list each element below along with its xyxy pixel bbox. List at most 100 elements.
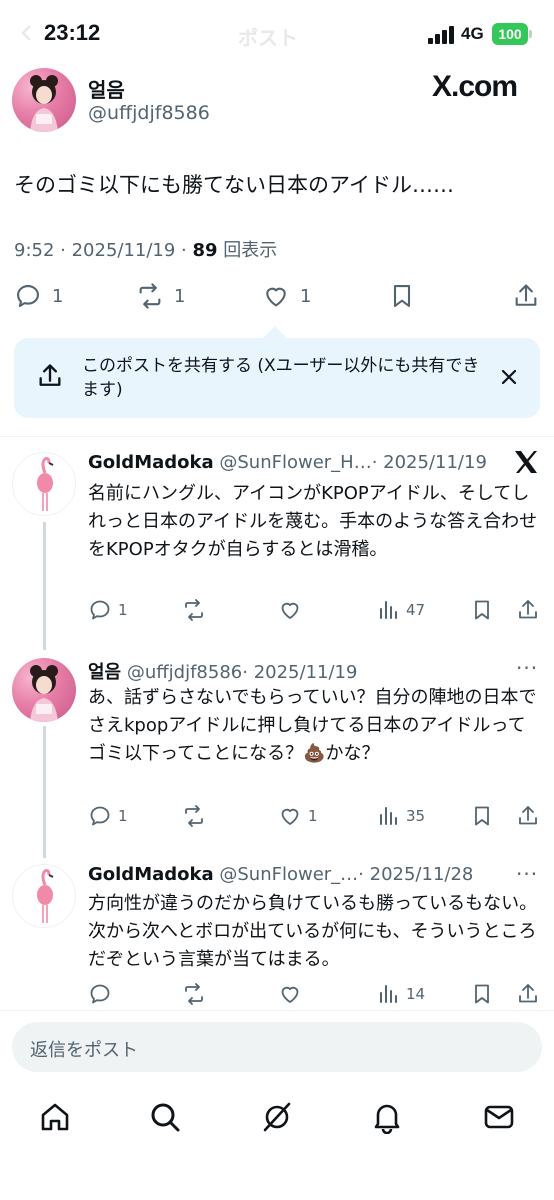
reply-author-name[interactable]: 얼음 [88, 662, 121, 683]
reply-header: 얼음 @uffjdjf8586· 2025/11/19 [88, 658, 357, 684]
reply-icon [17, 285, 39, 307]
like-icon [281, 808, 299, 825]
post-author-name[interactable]: 얼음 [88, 74, 125, 103]
reply-count: 1 [118, 601, 128, 619]
like-count: 1 [300, 285, 312, 307]
reply-text: あ、話ずらさないでもらっていい？自分の陣地の日本でさえkpopアイドルに押し負け… [88, 687, 537, 764]
repost-icon [185, 599, 203, 621]
bookmark-button[interactable] [470, 804, 494, 828]
post-views-label: 回表示 [217, 240, 278, 261]
more-icon[interactable]: ··· [516, 862, 538, 886]
reply-button[interactable]: 1 [88, 804, 128, 828]
reply-count: 1 [52, 285, 64, 307]
like-button[interactable] [278, 982, 308, 1006]
post-meta: 9:52 · 2025/11/19 · 89 回表示 [14, 236, 277, 262]
share-button[interactable] [516, 804, 540, 828]
divider [0, 436, 554, 437]
reply-author-handle[interactable]: @SunFlower_H… [219, 452, 371, 473]
reply-author-name[interactable]: GoldMadoka [88, 864, 214, 885]
bookmark-icon [475, 984, 489, 1004]
search-icon[interactable] [148, 1100, 182, 1134]
network-type: 4G [461, 24, 484, 43]
screen-title: ポスト [238, 26, 298, 50]
bookmark-icon [475, 600, 489, 620]
reply-date: · 2025/11/19 [242, 662, 358, 683]
reply-text: 方向性が違うのだから負けているも勝っているもない。次から次へとボロが出ているが何… [88, 893, 538, 970]
status-time: 23:12 [44, 20, 101, 45]
like-icon [281, 602, 299, 619]
close-icon[interactable] [498, 366, 520, 388]
share-button[interactable] [516, 598, 540, 622]
back-icon[interactable] [18, 24, 36, 42]
thread-line [43, 726, 46, 858]
bookmark-icon [393, 285, 411, 307]
reply-date: · 2025/11/19 [371, 452, 487, 473]
views-count: 14 [406, 985, 426, 1003]
repost-icon [139, 283, 161, 309]
battery-indicator: 100 [492, 23, 528, 45]
like-count: 1 [308, 807, 318, 825]
grok-icon[interactable] [260, 1100, 294, 1134]
avatar[interactable] [12, 68, 76, 132]
reply-icon [90, 806, 110, 826]
reply-button[interactable]: 1 [88, 598, 128, 622]
repost-button[interactable] [182, 982, 212, 1006]
more-icon[interactable]: ··· [516, 656, 538, 680]
repost-icon [185, 983, 203, 1005]
like-button[interactable]: 1 [262, 282, 311, 310]
avatar[interactable] [12, 864, 76, 928]
post-timestamp: 9:52 · 2025/11/19 · [14, 240, 193, 261]
repost-icon [185, 805, 203, 827]
views-count: 35 [406, 807, 426, 825]
reply-date: · 2025/11/28 [358, 864, 474, 885]
repost-button[interactable] [182, 598, 212, 622]
x-logo-icon [512, 448, 540, 476]
views-button[interactable]: 47 [376, 598, 425, 622]
repost-button[interactable] [182, 804, 212, 828]
like-button[interactable]: 1 [278, 804, 318, 828]
share-button[interactable] [516, 982, 540, 1006]
views-icon [380, 807, 397, 825]
repost-button[interactable]: 1 [136, 282, 185, 310]
share-icon [519, 806, 537, 825]
post-views-count: 89 [192, 240, 218, 261]
bookmark-button[interactable] [470, 982, 494, 1006]
reply-author-name[interactable]: GoldMadoka [88, 452, 214, 473]
like-icon [281, 986, 299, 1003]
views-count: 47 [406, 601, 426, 619]
repost-count: 1 [174, 285, 186, 307]
share-icon [519, 984, 537, 1003]
reply-button[interactable] [88, 982, 118, 1006]
like-button[interactable] [278, 598, 308, 622]
reply-header: GoldMadoka @SunFlower_H…· 2025/11/19 [88, 452, 487, 473]
reply-author-handle[interactable]: @SunFlower_… [219, 864, 358, 885]
signal-icon [428, 26, 456, 44]
avatar[interactable] [12, 658, 76, 722]
home-icon[interactable] [38, 1100, 72, 1134]
reply-count: 1 [118, 807, 128, 825]
post-author-handle[interactable]: @uffjdjf8586 [88, 102, 210, 124]
reply-icon [90, 984, 110, 1004]
share-icon [515, 284, 537, 306]
bookmark-button[interactable] [470, 598, 494, 622]
messages-icon[interactable] [482, 1100, 516, 1134]
views-button[interactable]: 14 [376, 982, 425, 1006]
views-button[interactable]: 35 [376, 804, 425, 828]
reply-icon [90, 600, 110, 620]
thread-line [43, 522, 46, 650]
bookmark-button[interactable] [388, 282, 416, 310]
reply-author-handle[interactable]: @uffjdjf8586 [127, 662, 242, 683]
battery-cap [529, 30, 532, 38]
share-button[interactable] [512, 282, 540, 310]
views-icon [380, 985, 397, 1003]
reply-button[interactable]: 1 [14, 282, 63, 310]
bookmark-icon [475, 806, 489, 826]
divider [0, 1010, 554, 1011]
like-icon [266, 287, 286, 307]
avatar[interactable] [12, 452, 76, 516]
share-icon [519, 600, 537, 619]
reply-input-placeholder: 返信をポスト [30, 1040, 138, 1061]
post-text: そのゴミ以下にも勝てない日本のアイドル…… [14, 173, 454, 197]
notifications-icon[interactable] [370, 1100, 404, 1134]
share-banner-text: このポストを共有する (Xユーザー以外にも共有できます) [82, 356, 480, 400]
